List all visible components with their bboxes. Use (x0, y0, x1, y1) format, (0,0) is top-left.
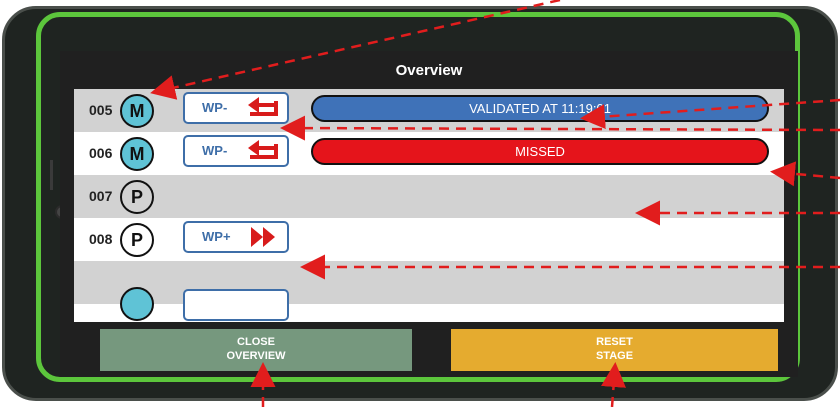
annotation-arrow (601, 362, 626, 407)
annotation-arrow (770, 161, 840, 187)
annotation-arrow (280, 115, 840, 141)
annotation-overlay (150, 0, 840, 407)
annotation-arrow (580, 98, 840, 130)
annotation-arrow (150, 0, 561, 100)
